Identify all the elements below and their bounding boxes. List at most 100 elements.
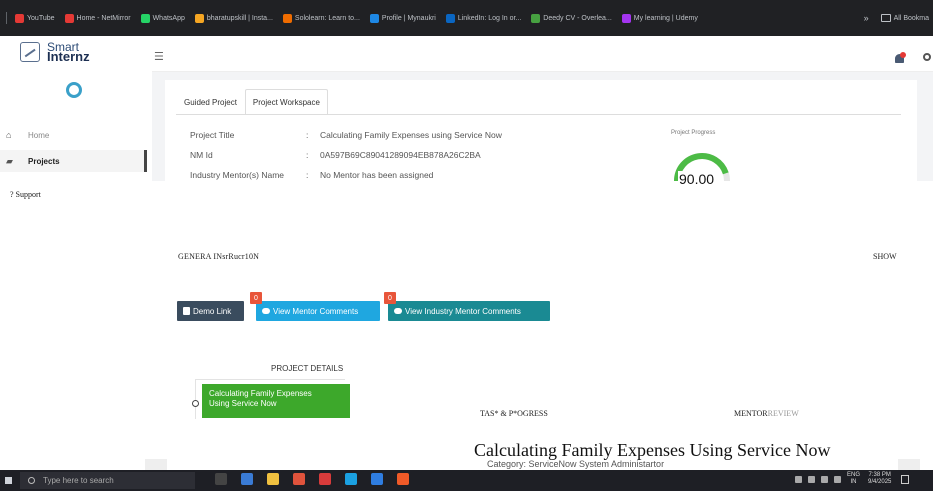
- tab-divider: [176, 114, 901, 115]
- bookmark-label: WhatsApp: [152, 14, 185, 22]
- comment-icon: [262, 308, 270, 314]
- up-arrow-icon[interactable]: [795, 475, 802, 483]
- scroll-edge-left: [145, 459, 167, 470]
- project-tabs: Guided Project Project Workspace: [176, 89, 328, 115]
- lang-code: ENG: [847, 472, 861, 478]
- sidebar-item-home[interactable]: ⌂ Home: [0, 126, 150, 144]
- sidebar-item-label: Projects: [28, 156, 60, 166]
- projects-icon: ▰: [6, 155, 13, 166]
- taskbar-app-icon[interactable]: [293, 473, 305, 485]
- sidebar-item-projects[interactable]: ▰ Projects: [0, 150, 147, 172]
- info-key: NM Id: [190, 150, 213, 160]
- demo-link-button[interactable]: Demo Link: [177, 301, 244, 321]
- tab-project-workspace[interactable]: Project Workspace: [244, 89, 328, 115]
- volume-icon[interactable]: [834, 475, 841, 483]
- bookmark-item[interactable]: Deedy CV - Overlea...: [531, 13, 612, 23]
- taskbar-app-icon[interactable]: [397, 473, 409, 485]
- bookmark-favicon-icon: [140, 13, 150, 23]
- mentor-review-faded: REVIEW: [767, 409, 799, 418]
- brand-logo[interactable]: Smart Internz: [20, 41, 90, 64]
- taskbar-app-icon[interactable]: [215, 473, 227, 485]
- info-value: 0A597B69C89041289094EB878A26C2BA: [320, 150, 481, 160]
- bookmark-favicon-icon: [369, 13, 379, 23]
- view-mentor-comments-button[interactable]: View Mentor Comments: [256, 301, 380, 321]
- taskbar-app-icon[interactable]: [241, 473, 253, 485]
- bookmark-label: Deedy CV - Overlea...: [543, 14, 612, 22]
- top-header: [152, 36, 933, 72]
- bookmark-favicon-icon: [64, 13, 74, 23]
- bookmark-item[interactable]: Sololearn: Learn to...: [282, 13, 360, 23]
- gear-icon[interactable]: [923, 53, 931, 61]
- bookmark-item[interactable]: Home - NetMirror: [64, 13, 131, 23]
- avatar[interactable]: [66, 82, 82, 98]
- view-industry-mentor-comments-button[interactable]: View Industry Mentor Comments: [388, 301, 550, 321]
- taskbar-search-box[interactable]: Type here to search: [20, 472, 195, 489]
- bookmark-label: Sololearn: Learn to...: [294, 14, 360, 22]
- language-indicator[interactable]: ENG IN: [847, 472, 860, 486]
- region-code: IN: [850, 479, 857, 485]
- clock-time: 7:38 PM: [868, 472, 891, 478]
- bookmark-item[interactable]: LinkedIn: Log In or...: [445, 13, 522, 23]
- all-bookmarks-button[interactable]: All Bookma: [894, 15, 929, 22]
- windows-start-icon[interactable]: [5, 477, 12, 484]
- scroll-edge-right: [898, 459, 920, 470]
- info-row-mentor: Industry Mentor(s) Name : No Mentor has …: [190, 170, 433, 180]
- task-title: Calculating Family Expenses Using Servic…: [474, 440, 831, 460]
- bookmark-item[interactable]: YouTube: [15, 13, 55, 23]
- project-item-line1: Calculating Family Expenses: [209, 389, 312, 398]
- taskbar-apps: [215, 473, 423, 485]
- project-details-timeline: [195, 379, 196, 419]
- network-icon[interactable]: [821, 475, 828, 483]
- bookmark-label: My learning | Udemy: [633, 14, 698, 22]
- bookmark-label: YouTube: [27, 14, 55, 22]
- industry-comments-count-badge: 0: [384, 292, 396, 304]
- general-instruction-heading: GENERA INsrRucr10N: [178, 252, 260, 261]
- more-bookmarks-button[interactable]: »: [864, 13, 869, 23]
- logo-icon: [20, 42, 40, 62]
- info-separator: :: [306, 150, 309, 160]
- show-toggle[interactable]: SHOW: [873, 252, 897, 261]
- info-key: Industry Mentor(s) Name: [190, 170, 284, 180]
- bookmark-favicon-icon: [15, 13, 24, 23]
- menu-icon[interactable]: ☰: [154, 50, 164, 63]
- bookmark-label: LinkedIn: Log In or...: [457, 14, 522, 22]
- bookmark-item[interactable]: My learning | Udemy: [621, 13, 698, 23]
- battery-icon[interactable]: [808, 475, 815, 483]
- bookmarks-separator: [6, 12, 7, 24]
- project-item-line2: Using Service Now: [209, 399, 277, 408]
- tab-guided-project[interactable]: Guided Project: [176, 89, 245, 115]
- document-icon: [183, 307, 190, 315]
- bookmarks-list: YouTube Home - NetMirror WhatsApp bharatups…: [15, 13, 708, 23]
- search-icon: [28, 477, 35, 484]
- taskbar-app-icon[interactable]: [267, 473, 279, 485]
- mentor-review-main: MENTOR: [734, 409, 768, 418]
- brand-line2: Internz: [47, 49, 90, 64]
- clock-date: 9/4/2025: [868, 479, 892, 485]
- taskbar-app-icon[interactable]: [371, 473, 383, 485]
- mentor-review-heading: MENTORREVIEW: [734, 409, 799, 418]
- progress-label: Project Progress: [671, 130, 716, 136]
- support-link[interactable]: ? Support: [10, 190, 41, 199]
- bookmarks-bar: YouTube Home - NetMirror WhatsApp bharatups…: [0, 0, 933, 36]
- mentor-comments-label: View Mentor Comments: [273, 306, 359, 316]
- system-tray: ENG IN 7:38 PM 9/4/2025: [795, 472, 910, 486]
- bookmark-item[interactable]: bharatupskill | Insta...: [194, 13, 273, 23]
- taskbar-app-icon[interactable]: [319, 473, 331, 485]
- notification-center-icon[interactable]: [901, 474, 910, 484]
- folder-icon: [880, 14, 891, 22]
- project-details-item[interactable]: Calculating Family Expenses Using Servic…: [202, 384, 350, 418]
- taskbar-clock[interactable]: 7:38 PM 9/4/2025: [868, 472, 891, 486]
- taskbar-app-icon[interactable]: [345, 473, 357, 485]
- sidebar-item-label: Home: [28, 130, 50, 140]
- bookmark-label: Profile | Mynaukri: [381, 14, 436, 22]
- bookmark-favicon-icon: [445, 13, 455, 23]
- taskbar-search-placeholder: Type here to search: [43, 476, 114, 485]
- notification-bell-icon[interactable]: [895, 52, 906, 64]
- info-row-nmid: NM Id : 0A597B69C89041289094EB878A26C2BA: [190, 150, 481, 160]
- bookmark-item[interactable]: WhatsApp: [140, 13, 185, 23]
- bookmark-favicon-icon: [531, 13, 541, 23]
- info-value: Calculating Family Expenses using Servic…: [320, 130, 502, 140]
- demo-link-label: Demo Link: [193, 306, 232, 316]
- info-row-title: Project Title : Calculating Family Expen…: [190, 130, 502, 140]
- bookmark-item[interactable]: Profile | Mynaukri: [369, 13, 436, 23]
